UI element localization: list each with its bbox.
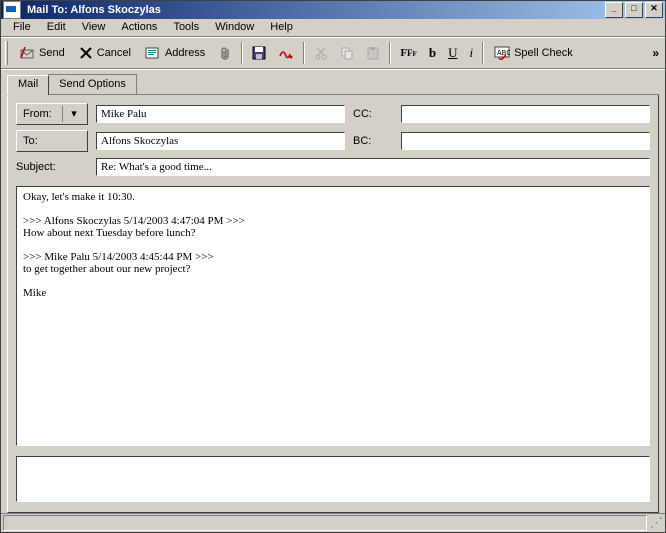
bold-button[interactable]: b [423,40,442,66]
send-button[interactable]: Send [12,40,72,66]
menu-edit[interactable]: Edit [39,19,74,35]
to-field[interactable] [96,132,345,150]
window-title: Mail To: Alfons Skoczylas [25,4,605,16]
from-label: From: [23,108,52,120]
italic-button[interactable]: i [463,40,479,66]
attachments-area[interactable] [16,456,650,502]
menu-help[interactable]: Help [262,19,301,35]
underline-button[interactable]: U [442,40,463,66]
toolbar-separator [482,42,484,64]
close-button[interactable]: ✕ [645,2,663,18]
cc-label: CC: [353,108,393,120]
from-button[interactable]: From: ▾ [16,103,88,125]
signature-button[interactable] [272,40,300,66]
bold-icon: b [429,45,436,61]
bc-label: BC: [353,135,393,147]
paperclip-icon [218,45,232,61]
copy-button[interactable] [334,40,360,66]
bc-field[interactable] [401,132,650,150]
scissors-icon [314,46,328,60]
menu-view[interactable]: View [74,19,114,35]
paste-button[interactable] [360,40,386,66]
address-label: Address [165,47,205,59]
cc-field[interactable] [401,105,650,123]
attach-button[interactable] [212,40,238,66]
toolbar-separator [389,42,391,64]
font-icon: FFF [400,47,417,59]
spellcheck-button[interactable]: ABC Spell Check [487,40,580,66]
minimize-button[interactable]: _ [605,2,623,18]
mail-panel: From: ▾ CC: To: BC: Subject: Okay, let's… [7,95,659,513]
signature-icon [278,46,294,60]
tab-mail[interactable]: Mail [7,75,49,95]
app-icon [3,1,21,19]
menu-file[interactable]: File [5,19,39,35]
subject-field[interactable] [96,158,650,176]
cancel-icon [79,46,93,60]
from-field[interactable] [96,105,345,123]
to-label: To: [23,135,38,147]
font-button[interactable]: FFF [394,40,423,66]
title-bar: Mail To: Alfons Skoczylas _ □ ✕ [1,1,665,19]
menu-window[interactable]: Window [207,19,262,35]
resize-grip[interactable]: ⋰ [647,515,663,532]
paste-icon [366,46,380,60]
chevron-down-icon: ▾ [62,106,81,122]
address-icon [145,46,161,60]
mail-compose-window: Mail To: Alfons Skoczylas _ □ ✕ File Edi… [0,0,666,533]
spellcheck-label: Spell Check [514,47,573,59]
floppy-icon [252,46,266,60]
tabs-row: Mail Send Options [7,74,659,95]
tab-send-options[interactable]: Send Options [48,74,137,94]
toolbar: Send Cancel Address [1,37,665,69]
message-body[interactable]: Okay, let's make it 10:30. >>> Alfons Sk… [16,186,650,446]
send-label: Send [39,47,65,59]
svg-text:ABC: ABC [497,50,510,57]
menu-actions[interactable]: Actions [113,19,165,35]
menu-tools[interactable]: Tools [165,19,207,35]
toolbar-grip[interactable] [5,41,8,65]
italic-icon: i [469,45,473,61]
copy-icon [340,46,354,60]
toolbar-overflow[interactable]: » [650,46,661,60]
address-button[interactable]: Address [138,40,212,66]
toolbar-separator [241,42,243,64]
maximize-button[interactable]: □ [625,2,643,18]
to-button[interactable]: To: [16,130,88,152]
menu-bar: File Edit View Actions Tools Window Help [1,19,665,37]
send-icon [19,45,35,61]
subject-label: Subject: [16,161,88,173]
cut-button[interactable] [308,40,334,66]
cancel-label: Cancel [97,47,131,59]
cancel-button[interactable]: Cancel [72,40,138,66]
status-cell [3,515,647,532]
save-button[interactable] [246,40,272,66]
underline-icon: U [448,45,457,61]
status-bar: ⋰ [1,513,665,533]
spellcheck-icon: ABC [494,46,510,60]
toolbar-separator [303,42,305,64]
